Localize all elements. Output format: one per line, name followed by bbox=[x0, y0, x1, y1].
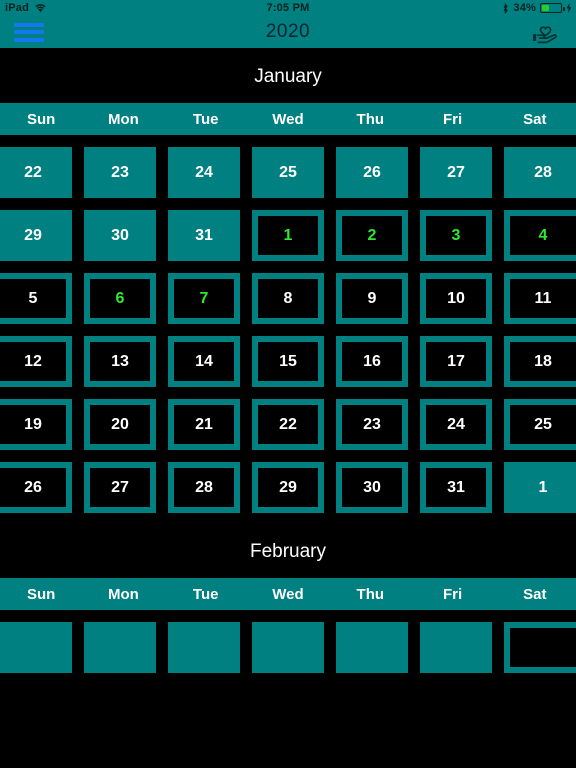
day-cell[interactable]: 1 bbox=[252, 210, 324, 261]
day-cell[interactable] bbox=[0, 622, 72, 673]
week-row: 22 23 24 25 26 27 28 bbox=[0, 147, 576, 198]
day-cell[interactable]: 24 bbox=[420, 399, 492, 450]
day-cell[interactable]: 2 bbox=[336, 210, 408, 261]
weekday-label-mon: Mon bbox=[108, 585, 139, 603]
weekday-label-fri: Fri bbox=[442, 585, 463, 603]
weekday-label-sat: Sat bbox=[523, 585, 547, 603]
day-cell[interactable]: 1 bbox=[504, 462, 576, 513]
day-cell[interactable]: 22 bbox=[0, 147, 72, 198]
day-cell[interactable]: 29 bbox=[0, 210, 72, 261]
month-block: January Sun Mon Tue Wed Thu Fri Sat 22 23 24 25 26 27… bbox=[0, 50, 576, 513]
hamburger-menu-icon[interactable] bbox=[0, 19, 58, 45]
day-cell[interactable]: 11 bbox=[504, 273, 576, 324]
weeks-grid: 22 23 24 25 26 27 28 29 30 31 1 2 3 4 5 6 7 8 9 10 11 12 13 14 1… bbox=[0, 135, 576, 513]
day-cell[interactable]: 25 bbox=[504, 399, 576, 450]
month-title: January bbox=[0, 50, 576, 103]
day-cell[interactable]: 27 bbox=[420, 147, 492, 198]
day-cell[interactable]: 12 bbox=[0, 336, 72, 387]
day-cell[interactable]: 5 bbox=[0, 273, 72, 324]
day-cell[interactable]: 20 bbox=[84, 399, 156, 450]
week-row bbox=[0, 622, 576, 673]
menu-bar-3 bbox=[14, 37, 44, 42]
day-cell[interactable] bbox=[420, 622, 492, 673]
week-row: 19 20 21 22 23 24 25 bbox=[0, 399, 576, 450]
day-cell[interactable]: 31 bbox=[420, 462, 492, 513]
weekday-label-wed: Wed bbox=[272, 110, 304, 128]
day-cell[interactable]: 9 bbox=[336, 273, 408, 324]
day-cell[interactable]: 16 bbox=[336, 336, 408, 387]
day-cell[interactable]: 21 bbox=[168, 399, 240, 450]
day-cell[interactable]: 7 bbox=[168, 273, 240, 324]
week-row: 26 27 28 29 30 31 1 bbox=[0, 462, 576, 513]
weekday-label-thu: Thu bbox=[356, 585, 385, 603]
day-cell[interactable] bbox=[336, 622, 408, 673]
weekday-label-fri: Fri bbox=[442, 110, 463, 128]
weeks-grid bbox=[0, 610, 576, 673]
day-cell[interactable]: 27 bbox=[84, 462, 156, 513]
day-cell[interactable]: 3 bbox=[420, 210, 492, 261]
day-cell[interactable]: 13 bbox=[84, 336, 156, 387]
week-row: 29 30 31 1 2 3 4 bbox=[0, 210, 576, 261]
weekday-label-mon: Mon bbox=[108, 110, 139, 128]
weekday-label-wed: Wed bbox=[272, 585, 304, 603]
day-cell[interactable]: 28 bbox=[168, 462, 240, 513]
day-cell[interactable]: 15 bbox=[252, 336, 324, 387]
month-block: February Sun Mon Tue Wed Thu Fri Sat bbox=[0, 525, 576, 673]
battery-icon bbox=[540, 3, 565, 13]
day-cell[interactable]: 22 bbox=[252, 399, 324, 450]
calendar-app: iPad 7:05 PM 34% 2020 January Sun Mon Tu… bbox=[0, 0, 576, 768]
day-cell[interactable]: 28 bbox=[504, 147, 576, 198]
day-cell[interactable]: 25 bbox=[252, 147, 324, 198]
weekday-label-tue: Tue bbox=[192, 110, 219, 128]
day-cell[interactable]: 23 bbox=[84, 147, 156, 198]
weekday-label-thu: Thu bbox=[356, 110, 385, 128]
status-bar-time: 7:05 PM bbox=[266, 2, 310, 14]
month-title: February bbox=[0, 525, 576, 578]
day-cell[interactable] bbox=[504, 622, 576, 673]
weekday-header-row: Sun Mon Tue Wed Thu Fri Sat bbox=[0, 578, 576, 610]
week-row: 12 13 14 15 16 17 18 bbox=[0, 336, 576, 387]
day-cell[interactable]: 6 bbox=[84, 273, 156, 324]
day-cell[interactable] bbox=[84, 622, 156, 673]
weekday-label-tue: Tue bbox=[192, 585, 219, 603]
weekday-label-sun: Sun bbox=[26, 110, 56, 128]
weekday-header-row: Sun Mon Tue Wed Thu Fri Sat bbox=[0, 103, 576, 135]
day-cell[interactable]: 23 bbox=[336, 399, 408, 450]
hand-holding-heart-icon[interactable] bbox=[514, 19, 576, 45]
page-title: 2020 bbox=[265, 21, 311, 42]
day-cell[interactable] bbox=[168, 622, 240, 673]
day-cell[interactable]: 30 bbox=[336, 462, 408, 513]
day-cell[interactable]: 31 bbox=[168, 210, 240, 261]
weekday-label-sat: Sat bbox=[523, 110, 547, 128]
day-cell[interactable]: 4 bbox=[504, 210, 576, 261]
day-cell[interactable]: 30 bbox=[84, 210, 156, 261]
day-cell[interactable]: 8 bbox=[252, 273, 324, 324]
day-cell[interactable]: 26 bbox=[336, 147, 408, 198]
day-cell[interactable]: 10 bbox=[420, 273, 492, 324]
day-cell[interactable]: 29 bbox=[252, 462, 324, 513]
navigation-bar: 2020 bbox=[0, 16, 576, 50]
status-bar: iPad 7:05 PM 34% bbox=[0, 0, 576, 16]
months-container: January Sun Mon Tue Wed Thu Fri Sat 22 23 24 25 26 27… bbox=[0, 50, 576, 673]
week-row: 5 6 7 8 9 10 11 bbox=[0, 273, 576, 324]
menu-bar-1 bbox=[14, 22, 44, 27]
day-cell[interactable]: 19 bbox=[0, 399, 72, 450]
weekday-label-sun: Sun bbox=[26, 585, 56, 603]
menu-bar-2 bbox=[14, 30, 44, 34]
day-cell[interactable]: 17 bbox=[420, 336, 492, 387]
day-cell[interactable]: 24 bbox=[168, 147, 240, 198]
day-cell[interactable]: 14 bbox=[168, 336, 240, 387]
day-cell[interactable]: 26 bbox=[0, 462, 72, 513]
day-cell[interactable] bbox=[252, 622, 324, 673]
day-cell[interactable]: 18 bbox=[504, 336, 576, 387]
